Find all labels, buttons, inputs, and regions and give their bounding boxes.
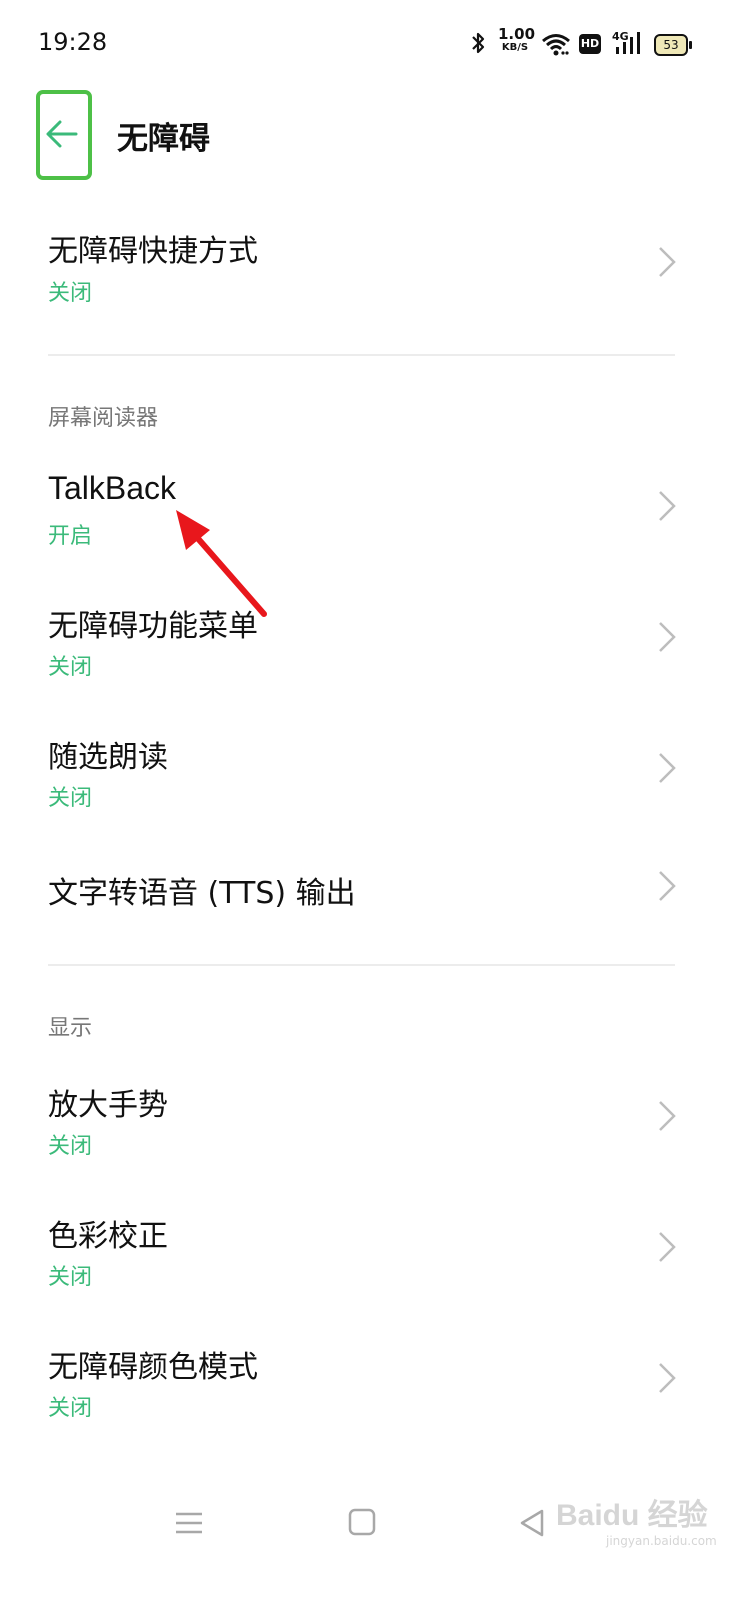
setting-title: 无障碍快捷方式: [48, 234, 258, 269]
page-title: 无障碍: [117, 121, 210, 157]
setting-title: 放大手势: [48, 1088, 168, 1123]
chevron-right-icon: [659, 491, 676, 521]
network-speed: 1.00 KB/S: [498, 25, 536, 54]
status-time: 19:28: [38, 28, 108, 56]
setting-status: 开启: [48, 524, 93, 549]
chevron-right-icon: [659, 1363, 676, 1393]
section-header-screen-reader: 屏幕阅读器: [48, 406, 159, 431]
battery-icon: 53: [654, 34, 692, 56]
chevron-right-icon: [659, 1232, 676, 1262]
setting-status: 关闭: [48, 1265, 93, 1290]
hd-icon: HD: [579, 34, 601, 54]
chevron-right-icon: [659, 753, 676, 783]
back-nav-button[interactable]: [518, 1508, 546, 1538]
setting-status: 关闭: [48, 1396, 93, 1421]
watermark-url: jingyan.baidu.com: [606, 1534, 717, 1548]
chevron-right-icon: [659, 1101, 676, 1131]
chevron-right-icon: [659, 871, 676, 901]
setting-title: 无障碍颜色模式: [48, 1350, 258, 1385]
setting-title: 随选朗读: [48, 740, 168, 775]
chevron-right-icon: [659, 247, 676, 277]
menu-nav-button[interactable]: [174, 1508, 204, 1538]
divider: [48, 964, 675, 966]
setting-status: 关闭: [48, 1134, 93, 1159]
wifi-icon: [542, 34, 570, 56]
section-header-display: 显示: [48, 1016, 93, 1041]
setting-row-talkback[interactable]: [0, 450, 738, 565]
bluetooth-icon: [472, 32, 485, 54]
watermark: Baidu 经验 jingyan.baidu.com: [556, 1498, 736, 1568]
setting-title: TalkBack: [48, 470, 177, 506]
annotation-arrow: [176, 510, 267, 617]
home-nav-button[interactable]: [348, 1508, 376, 1536]
watermark-text: Baidu 经验: [556, 1499, 708, 1532]
chevron-right-icon: [659, 622, 676, 652]
back-arrow-icon[interactable]: [44, 116, 80, 152]
setting-status: 关闭: [48, 281, 93, 306]
signal-icon: [616, 32, 640, 54]
divider: [48, 354, 675, 356]
setting-title: 文字转语音 (TTS) 输出: [48, 876, 356, 911]
setting-title: 色彩校正: [48, 1219, 168, 1254]
setting-status: 关闭: [48, 655, 93, 680]
setting-status: 关闭: [48, 786, 93, 811]
status-bar: 19:28 1.00 KB/S HD 4G 53: [0, 0, 738, 90]
